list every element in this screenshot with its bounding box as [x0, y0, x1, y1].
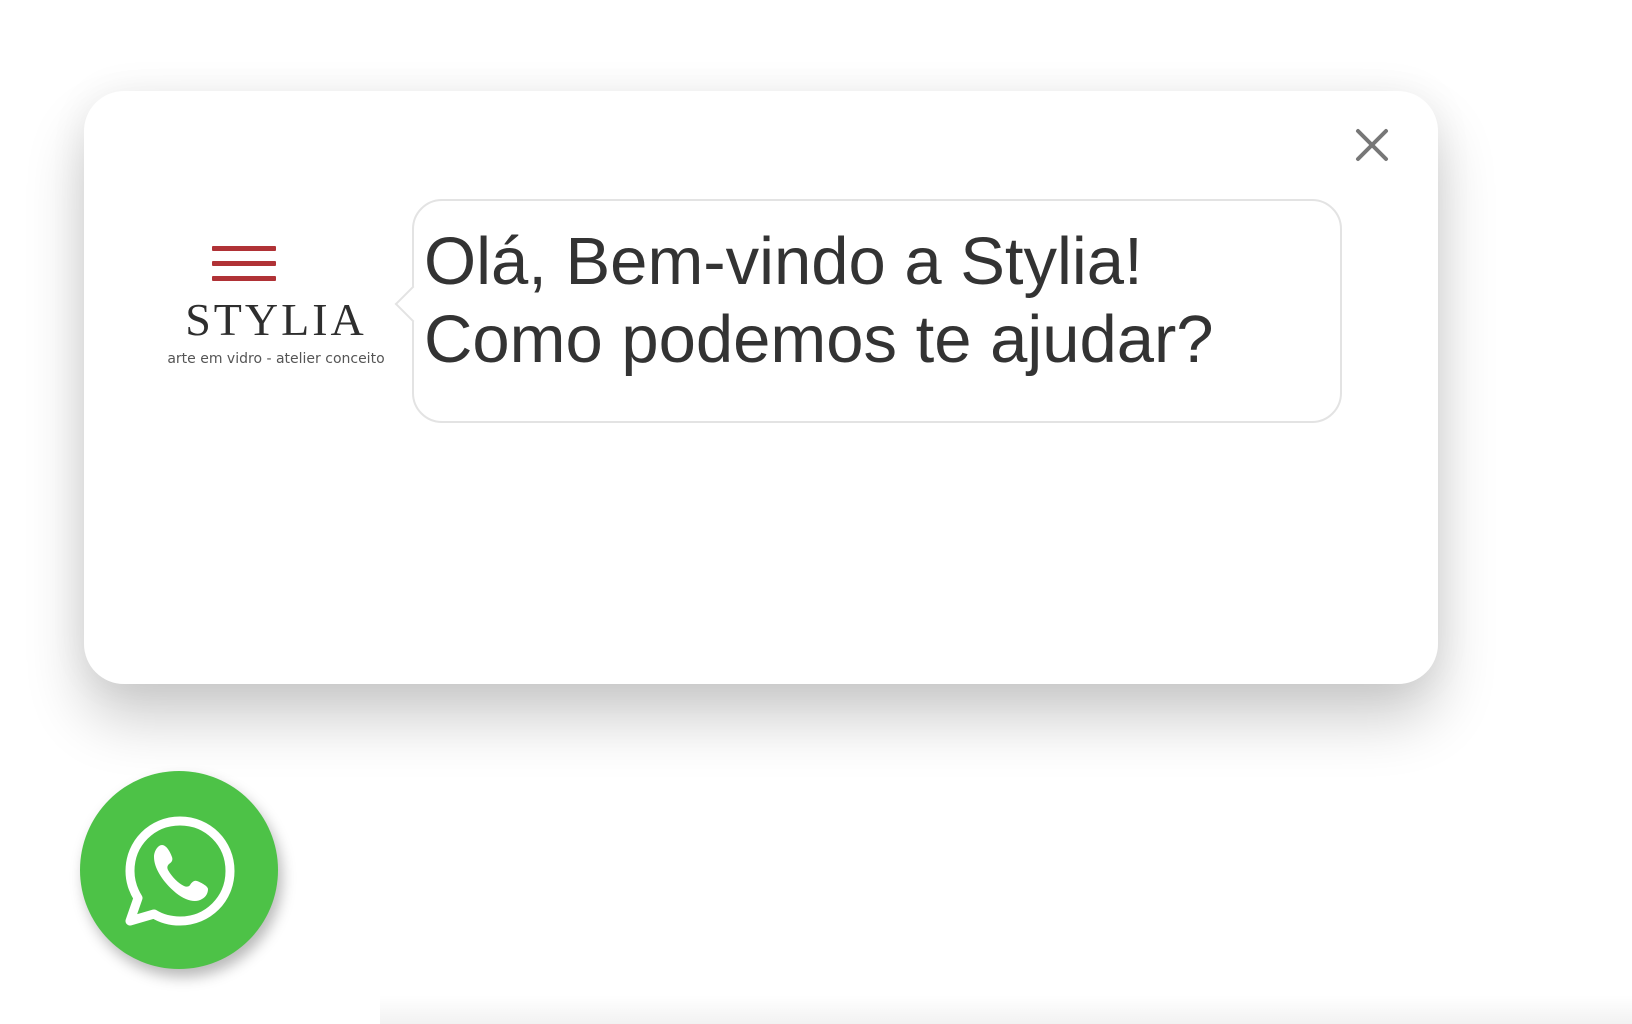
logo-wordmark: STYLIA: [185, 294, 367, 345]
close-icon: [1356, 129, 1388, 161]
logo-tagline: arte em vidro - atelier conceito: [167, 351, 385, 367]
page: STYLIA arte em vidro - atelier conceito …: [0, 0, 1632, 1024]
logo-lines-icon: [212, 246, 276, 291]
whatsapp-icon: [125, 816, 235, 926]
welcome-message-line1: Olá, Bem-vindo a Stylia!: [424, 224, 1143, 299]
welcome-popup: STYLIA arte em vidro - atelier conceito …: [84, 91, 1438, 684]
welcome-message: Olá, Bem-vindo a Stylia! Como podemos te…: [424, 223, 1324, 379]
close-button[interactable]: [1350, 123, 1394, 167]
brand-logo: STYLIA arte em vidro - atelier conceito: [126, 177, 426, 487]
bottom-shadow: [380, 995, 1632, 1024]
whatsapp-button[interactable]: [80, 771, 278, 969]
message-bubble: Olá, Bem-vindo a Stylia! Como podemos te…: [394, 199, 1342, 423]
welcome-message-line2: Como podemos te ajudar?: [424, 302, 1214, 377]
